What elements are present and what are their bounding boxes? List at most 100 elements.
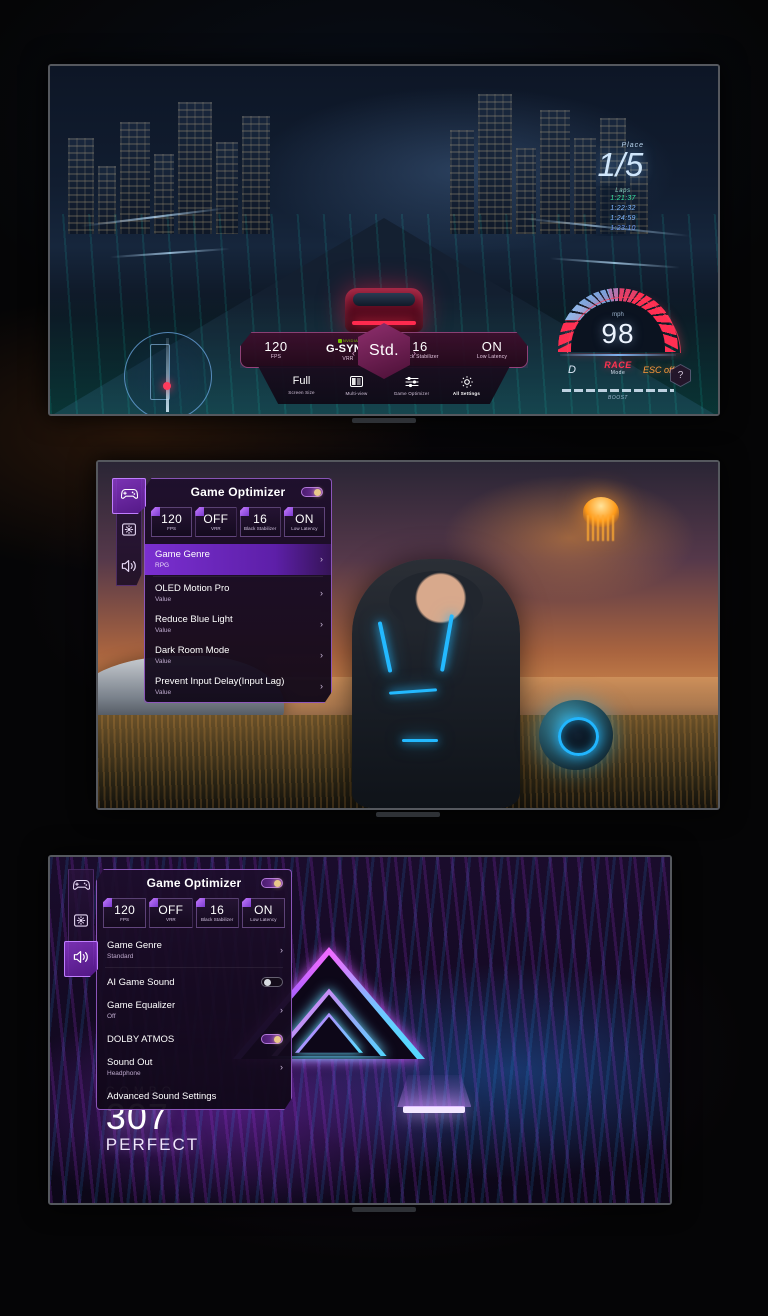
- setting-row-ai-game-sound[interactable]: AI Game Sound: [97, 969, 291, 995]
- setting-value: Value: [155, 596, 172, 603]
- quick-action-screen-size[interactable]: Full Screen Size: [274, 375, 329, 395]
- rail-item-sound[interactable]: [112, 550, 146, 586]
- setting-row-game-equalizer[interactable]: Game Equalizer Off ›: [97, 995, 291, 1026]
- setting-title: DOLBY ATMOS: [107, 1033, 175, 1045]
- gamepad-icon: [120, 487, 138, 505]
- sliders-icon: [384, 374, 439, 389]
- stat-chip-vrr[interactable]: OFF VRR: [149, 898, 193, 928]
- stat-chip-fps[interactable]: 120 FPS: [151, 507, 193, 537]
- setting-toggle[interactable]: [261, 1034, 283, 1044]
- menu-rail: [64, 869, 98, 977]
- setting-row-dolby-atmos[interactable]: DOLBY ATMOS: [97, 1026, 291, 1052]
- setting-title: Dark Room Mode: [155, 645, 230, 656]
- lap-time-row: 1:22:32: [610, 205, 636, 212]
- quick-stat-label: FPS: [270, 354, 282, 360]
- stat-chip-value: 120: [161, 512, 183, 526]
- rail-item-game[interactable]: [64, 869, 98, 905]
- quick-stat-value: 120: [264, 339, 288, 354]
- list-divider: [105, 967, 283, 968]
- stat-chip-label: VRR: [165, 917, 176, 922]
- quick-stat-1[interactable]: 120 FPS: [240, 340, 312, 360]
- display-icon: [74, 914, 88, 932]
- preset-next-arrow[interactable]: ›: [413, 348, 416, 358]
- gear-icon: [439, 374, 494, 389]
- chevron-right-icon: ›: [320, 588, 323, 598]
- setting-title: AI Game Sound: [107, 976, 175, 988]
- stat-chip-low-latency[interactable]: ON Low Latency: [283, 507, 325, 537]
- stat-chip-black-stabilizer[interactable]: 16 Black Stabilizer: [239, 507, 281, 537]
- stat-chip-fps[interactable]: 120 FPS: [103, 898, 147, 928]
- setting-row-oled-motion-pro[interactable]: OLED Motion Pro Value ›: [145, 578, 331, 609]
- setting-row-advanced-sound-settings[interactable]: Advanced Sound Settings: [97, 1083, 291, 1109]
- scifi-character: [352, 558, 520, 808]
- stat-chip-black-stabilizer[interactable]: 16 Black Stabilizer: [195, 898, 239, 928]
- screen-racing-game: 02:19 Place 1/5 Laps 1:21:371:22:321:24:…: [50, 66, 718, 414]
- quick-action-game-optimizer[interactable]: Game Optimizer: [384, 374, 439, 396]
- lap-time-row: 1:23:10: [610, 225, 636, 232]
- game-optimizer-toggle[interactable]: [301, 487, 323, 497]
- rhythm-note-pad: [403, 1106, 466, 1114]
- lap-time-row: 1:24:59: [610, 215, 636, 222]
- setting-title: Reduce Blue Light: [155, 614, 233, 625]
- rail-item-picture[interactable]: [64, 905, 98, 941]
- setting-title: OLED Motion Pro: [155, 583, 230, 594]
- stat-chip-label: VRR: [210, 526, 221, 531]
- game-optimizer-menu-game: Game Optimizer 120 FPS OFF VRR 16 Black Stabi…: [112, 478, 332, 703]
- quick-action-all-settings[interactable]: All Settings: [439, 374, 494, 396]
- multiview-icon: [329, 374, 384, 389]
- stat-chip-value: OFF: [158, 903, 184, 917]
- stat-chip-vrr[interactable]: OFF VRR: [195, 507, 237, 537]
- setting-row-prevent-input-delay-input-lag[interactable]: Prevent Input Delay(Input Lag) Value ›: [145, 671, 331, 702]
- setting-row-sound-out[interactable]: Sound Out Headphone ›: [97, 1052, 291, 1083]
- chevron-right-icon: ›: [320, 554, 323, 564]
- chevron-right-icon: ›: [280, 1062, 283, 1072]
- quick-action-multi-view[interactable]: Multi-view: [329, 374, 384, 396]
- speaker-icon: [73, 950, 90, 969]
- setting-value: Standard: [107, 953, 134, 960]
- setting-title: Game Equalizer: [107, 1000, 176, 1011]
- quick-stat-4[interactable]: ON Low Latency: [456, 340, 528, 360]
- quick-action-label: All Settings: [452, 391, 481, 396]
- tv-panel-racing: 02:19 Place 1/5 Laps 1:21:371:22:321:24:…: [48, 64, 720, 416]
- game-optimizer-card: Game Optimizer 120 FPS OFF VRR 16 Black Stabi…: [144, 478, 332, 703]
- stat-chip-low-latency[interactable]: ON Low Latency: [241, 898, 285, 928]
- preset-prev-arrow[interactable]: ‹: [352, 348, 355, 358]
- settings-list: Game Genre Standard › AI Game Sound Game Equ…: [97, 935, 291, 1109]
- setting-toggle[interactable]: [261, 977, 283, 987]
- speedometer-divider: [560, 354, 676, 356]
- game-optimizer-toggle[interactable]: [261, 878, 283, 888]
- gear-indicator: D: [568, 364, 576, 376]
- quick-stat-label: Low Latency: [476, 354, 508, 360]
- screen-scifi-game: Game Optimizer 120 FPS OFF VRR 16 Black Stabi…: [98, 462, 718, 808]
- setting-row-game-genre[interactable]: Game Genre RPG ›: [145, 544, 331, 575]
- game-optimizer-card: Game Optimizer 120 FPS OFF VRR 16 Black Stabi…: [96, 869, 292, 1110]
- lap-time-list: 1:21:37 1:22:32 1:24:59 1:23:10: [596, 194, 650, 234]
- speedometer: mph 98 RACE Mode D ESC off BOOST: [552, 286, 684, 401]
- setting-row-dark-room-mode[interactable]: Dark Room Mode Value ›: [145, 640, 331, 671]
- quick-action-label: Multi-view: [345, 391, 368, 396]
- rail-item-picture[interactable]: [112, 514, 146, 550]
- race-place: Place 1/5: [597, 142, 644, 181]
- stat-chip-value: 120: [114, 903, 136, 917]
- minimap-player-marker: [163, 382, 171, 390]
- rail-item-sound[interactable]: [64, 941, 98, 977]
- combo-rating: PERFECT: [105, 1134, 200, 1154]
- quick-stat-value: ON: [481, 339, 503, 354]
- setting-row-game-genre[interactable]: Game Genre Standard ›: [97, 935, 291, 966]
- screen-rhythm-game: COMBO 307 PERFECT Game Optimizer 120FPSO…: [50, 857, 670, 1203]
- setting-value: Value: [155, 689, 172, 696]
- rail-item-game[interactable]: [112, 478, 146, 514]
- settings-list: Game Genre RPG › OLED Motion Pro Value › Reduc…: [145, 544, 331, 702]
- setting-title: Advanced Sound Settings: [107, 1090, 217, 1102]
- stat-chip-label: FPS: [120, 917, 130, 922]
- setting-title: Game Genre: [107, 940, 162, 951]
- setting-title: Sound Out: [107, 1057, 153, 1068]
- stat-chip-label: Low Latency: [291, 526, 318, 531]
- gamepad-icon: [72, 878, 90, 896]
- setting-row-reduce-blue-light[interactable]: Reduce Blue Light Value ›: [145, 609, 331, 640]
- stat-chip-value: OFF: [203, 512, 229, 526]
- stat-chip-value: 16: [210, 903, 225, 917]
- minimap-radar: 02:19: [122, 330, 214, 414]
- stat-chip-list: 120 FPS OFF VRR 16 Black Stabilizer ON Low Late…: [97, 896, 291, 935]
- list-divider: [153, 576, 323, 577]
